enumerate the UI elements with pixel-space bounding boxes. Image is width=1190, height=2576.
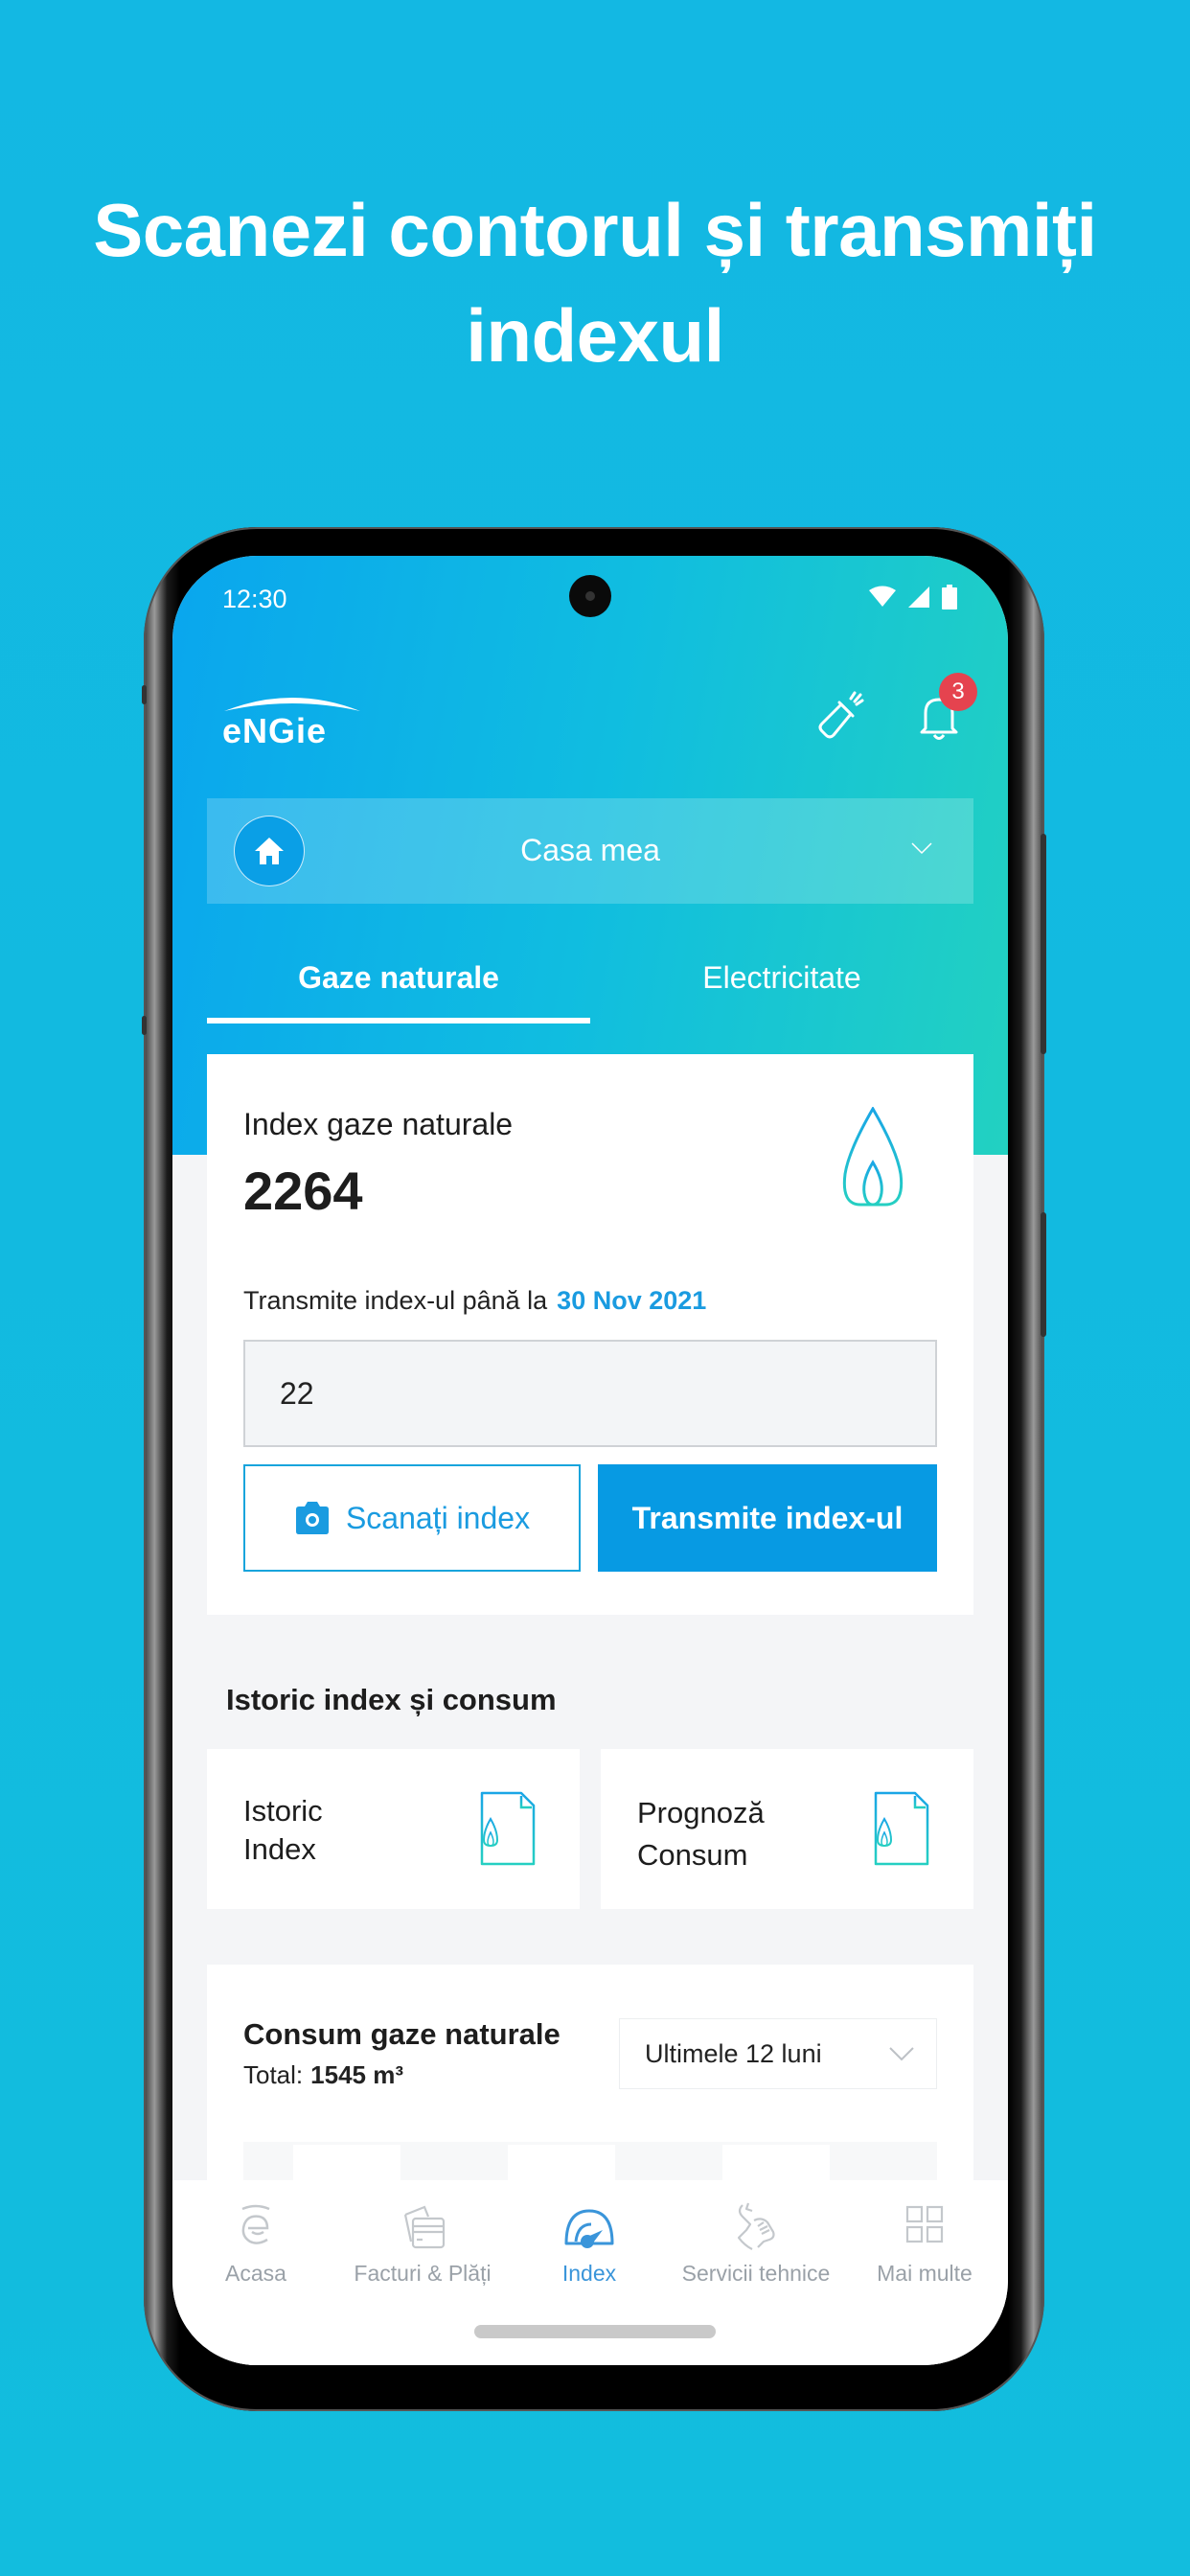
- svg-text:eNGie: eNGie: [222, 711, 327, 748]
- chevron-down-icon: [889, 2047, 914, 2061]
- consumption-title: Consum gaze naturale: [243, 2017, 561, 2051]
- status-time: 12:30: [222, 585, 287, 613]
- location-label: Casa mea: [520, 833, 660, 867]
- home-indicator[interactable]: [474, 2325, 716, 2338]
- engie-home-icon: [241, 2204, 270, 2244]
- deadline-prefix: Transmite index-ul până la: [243, 1286, 548, 1315]
- invoice-card-icon: [403, 2205, 446, 2249]
- nav-label: Mai multe: [877, 2261, 973, 2286]
- side-key: [142, 685, 147, 704]
- active-tab-indicator: [207, 1018, 590, 1024]
- promo-headline: Scanezi contorul și transmiți indexul: [0, 177, 1190, 388]
- power-button: [1041, 1212, 1046, 1337]
- app-screen: 12:30 eNGie 3 Casa mea Gaze naturale Ele…: [172, 556, 1008, 2365]
- period-select-value: Ultimele 12 luni: [645, 2039, 822, 2068]
- current-index-value: 2264: [243, 1161, 363, 1221]
- history-section-title: Istoric index și consum: [226, 1683, 557, 1716]
- scan-index-label: Scanați index: [345, 1500, 531, 1535]
- total-label: Total:: [243, 2060, 304, 2089]
- tile-prognoza-consum[interactable]: Prognoză Consum: [601, 1749, 973, 1909]
- nav-label: Facturi & Plăți: [354, 2261, 492, 2286]
- period-select[interactable]: Ultimele 12 luni: [619, 2018, 937, 2089]
- nav-index[interactable]: Index: [506, 2199, 673, 2287]
- gas-flame-icon: [842, 1107, 904, 1207]
- submit-index-button[interactable]: Transmite index-ul: [598, 1464, 937, 1572]
- consumption-total: Total: 1545 m³: [243, 2060, 403, 2090]
- location-select[interactable]: Casa mea: [207, 798, 973, 904]
- tile-label-line-1: Istoric: [243, 1794, 323, 1828]
- tile-label: Istoric Index: [243, 1792, 323, 1869]
- deadline-date: 30 Nov 2021: [557, 1286, 707, 1315]
- tile-label-line-1: Prognoză: [637, 1796, 765, 1829]
- flashlight-icon[interactable]: [812, 685, 870, 743]
- chevron-down-icon: [911, 842, 932, 855]
- nav-mai-multe[interactable]: Mai multe: [841, 2199, 1008, 2287]
- wrench-hand-icon: [737, 2202, 775, 2250]
- tile-istoric-index[interactable]: Istoric Index: [207, 1749, 580, 1909]
- deadline-text: Transmite index-ul până la 30 Nov 2021: [243, 1286, 706, 1316]
- index-input[interactable]: 22: [243, 1340, 937, 1447]
- volume-button: [1041, 834, 1046, 1054]
- index-card-title: Index gaze naturale: [243, 1107, 514, 1141]
- utility-tabs: Gaze naturale Electricitate: [207, 949, 973, 1025]
- grid-icon: [905, 2205, 944, 2243]
- camera-icon: [295, 1502, 329, 1534]
- scan-index-button[interactable]: Scanați index: [243, 1464, 581, 1572]
- nav-facturi-plati[interactable]: Facturi & Plăți: [339, 2199, 506, 2287]
- total-value: 1545 m³: [310, 2060, 403, 2089]
- tile-label: Prognoză Consum: [637, 1792, 765, 1876]
- gauge-icon: [564, 2209, 614, 2248]
- notification-badge: 3: [939, 673, 977, 711]
- tile-label-line-2: Index: [243, 1832, 316, 1866]
- nav-acasa[interactable]: Acasa: [172, 2199, 339, 2287]
- gas-document-icon: [480, 1791, 536, 1866]
- gas-document-icon: [874, 1791, 929, 1866]
- nav-servicii-tehnice[interactable]: Servicii tehnice: [673, 2199, 839, 2287]
- tab-electricitate[interactable]: Electricitate: [590, 949, 973, 1006]
- index-card: Index gaze naturale 2264 Transmite index…: [207, 1054, 973, 1615]
- nav-label: Servicii tehnice: [681, 2261, 831, 2286]
- side-key: [142, 1016, 147, 1035]
- headline-line-1: Scanezi contorul și transmiți: [93, 188, 1097, 272]
- tab-gaze-naturale[interactable]: Gaze naturale: [207, 949, 590, 1006]
- tile-label-line-2: Consum: [637, 1838, 748, 1872]
- status-bar: 12:30: [172, 556, 1008, 642]
- wifi-icon: [869, 586, 896, 607]
- front-camera: [569, 575, 611, 617]
- signal-icon: [908, 586, 929, 608]
- nav-label: Acasa: [225, 2261, 286, 2286]
- headline-line-2: indexul: [466, 293, 724, 378]
- engie-logo: eNGie: [222, 698, 360, 748]
- nav-label: Index: [561, 2261, 617, 2286]
- battery-icon: [942, 585, 957, 610]
